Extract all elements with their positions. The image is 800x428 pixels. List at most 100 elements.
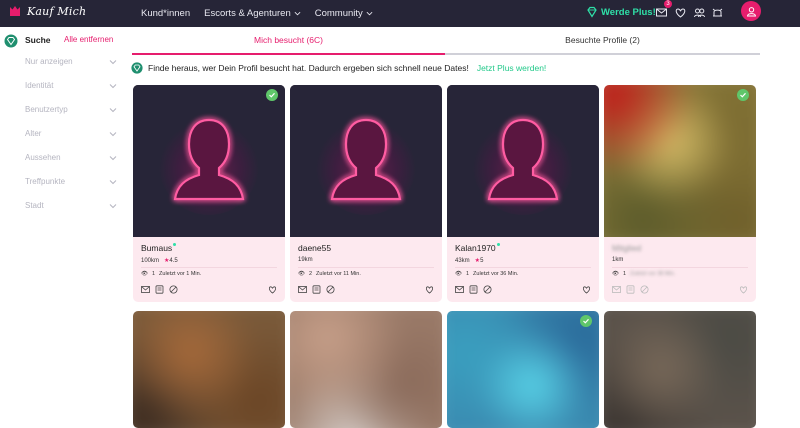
tab-visited-profiles[interactable]: Besuchte Profile (2)	[445, 27, 760, 55]
heart-icon[interactable]	[674, 6, 687, 19]
filter-label: Treffpunkte	[25, 177, 66, 186]
eye-icon: 👁	[455, 271, 462, 277]
chevron-down-icon	[109, 107, 117, 112]
visit-count: 1	[465, 271, 470, 277]
profile-distance: 1km	[612, 257, 624, 263]
divider	[455, 267, 591, 268]
filter-meeting-points[interactable]: Treffpunkte	[25, 177, 117, 186]
clear-filters-link[interactable]: Alle entfernen	[64, 35, 113, 44]
chevron-down-icon	[109, 131, 117, 136]
profile-name: Kalan1970	[455, 243, 500, 253]
chevron-down-icon	[109, 155, 117, 160]
filter-label: Aussehen	[25, 153, 61, 162]
brand-logo[interactable]: Kauf Mich	[8, 4, 86, 18]
mail-icon[interactable]	[298, 285, 307, 294]
user-icon	[746, 6, 756, 16]
card-actions	[455, 284, 591, 294]
profile-meta: 1km	[612, 257, 623, 263]
filter-label: Nur anzeigen	[25, 57, 73, 66]
notes-icon[interactable]	[312, 284, 321, 294]
tab-visited-me[interactable]: Mich besucht (6C)	[132, 27, 445, 55]
profile-card[interactable]: daene55 19km 👁 2 Zuletzt vor 11 Min.	[290, 85, 442, 302]
rating-value: 5	[480, 258, 484, 264]
visit-info: 👁 1 Zuletzt vor 36 Min.	[455, 271, 518, 277]
card-actions	[612, 284, 748, 294]
block-icon[interactable]	[169, 285, 178, 294]
verified-check-icon	[580, 315, 592, 327]
profile-name-text: Bumaus	[141, 243, 173, 253]
blurred-profile-photo	[604, 85, 756, 237]
filter-show-only[interactable]: Nur anzeigen	[25, 57, 117, 66]
heart-icon	[739, 285, 748, 294]
placeholder-avatar-image	[447, 85, 599, 237]
profile-name-text: Mitglied	[612, 243, 642, 253]
neon-person-silhouette-icon	[133, 85, 285, 237]
notes-icon[interactable]	[155, 284, 164, 294]
nav-link-label: Kund*innen	[141, 8, 191, 19]
nav-link-label: Community	[314, 8, 363, 19]
block-icon[interactable]	[326, 285, 335, 294]
mail-icon[interactable]	[655, 6, 668, 19]
last-visit-time: Zuletzt vor 36 Min.	[473, 271, 519, 277]
get-plus-link[interactable]: Jetzt Plus werden!	[477, 63, 546, 73]
eye-icon: 👁	[612, 271, 619, 277]
chevron-down-icon	[109, 59, 117, 64]
top-navigation: Kauf Mich Kund*innen Escorts & Agenturen…	[0, 0, 800, 27]
become-plus-link[interactable]: Werde Plus!	[586, 6, 656, 18]
blurred-profile-photo[interactable]	[447, 311, 599, 428]
filter-age[interactable]: Alter	[25, 129, 117, 138]
visitors-icon[interactable]	[693, 6, 706, 19]
blurred-profile-photo[interactable]	[133, 311, 285, 428]
profile-distance: 43km	[455, 257, 470, 264]
profile-distance: 19km	[298, 257, 313, 263]
nav-link-clients[interactable]: Kund*innen	[141, 8, 190, 19]
mail-icon[interactable]	[455, 285, 464, 294]
user-avatar[interactable]	[741, 1, 761, 21]
nav-link-community[interactable]: Community	[315, 8, 373, 19]
profile-card[interactable]: Kalan1970 43km ★5 👁 1 Zuletzt vor 36 Min…	[447, 85, 599, 302]
profile-rating: ★4.5	[164, 257, 178, 264]
block-icon[interactable]	[483, 285, 492, 294]
verified-check-icon	[737, 89, 749, 101]
verified-check-icon	[266, 89, 278, 101]
divider	[141, 267, 277, 268]
filter-appearance[interactable]: Aussehen	[25, 153, 117, 162]
mail-icon[interactable]	[141, 285, 150, 294]
blurred-profile-photo[interactable]	[604, 311, 756, 428]
block-icon	[640, 285, 649, 293]
filter-city[interactable]: Stadt	[25, 201, 117, 210]
chevron-down-icon	[109, 179, 117, 184]
tab-label: Mich besucht (6C)	[254, 35, 323, 45]
notifications-icon[interactable]	[711, 6, 724, 19]
plus-diamond-badge-icon	[131, 62, 143, 74]
placeholder-avatar-image	[290, 85, 442, 237]
eye-icon: 👁	[141, 271, 148, 277]
visit-count: 1	[622, 271, 627, 277]
heart-icon[interactable]	[268, 285, 277, 294]
profile-name: daene55	[298, 243, 331, 253]
profile-distance: 100km	[141, 257, 160, 264]
card-actions	[141, 284, 277, 294]
profile-meta: 19km	[298, 257, 313, 263]
visit-count: 1	[151, 271, 156, 277]
profile-card[interactable]: Mitglied 1km 👁 1 Zuletzt vor 38 Min.	[604, 85, 756, 302]
chevron-down-icon	[294, 11, 301, 16]
heart-icon[interactable]	[582, 285, 591, 294]
filter-user-type[interactable]: Benutzertyp	[25, 105, 117, 114]
plus-diamond-badge-icon	[4, 34, 18, 48]
promo-text: Finde heraus, wer Dein Profil besucht ha…	[148, 63, 469, 73]
online-indicator	[173, 243, 177, 246]
nav-link-label: Escorts & Agenturen	[204, 8, 291, 19]
sidebar-header	[4, 34, 18, 48]
divider	[612, 267, 748, 268]
blurred-profile-photo[interactable]	[290, 311, 442, 428]
filter-identity[interactable]: Identität	[25, 81, 117, 90]
neon-person-silhouette-icon	[290, 85, 442, 237]
filter-label: Stadt	[25, 201, 44, 210]
notes-icon[interactable]	[469, 284, 478, 294]
sidebar-title: Suche	[25, 35, 51, 45]
nav-link-escorts[interactable]: Escorts & Agenturen	[204, 8, 301, 19]
chevron-down-icon	[109, 83, 117, 88]
heart-icon[interactable]	[425, 285, 434, 294]
profile-card[interactable]: Bumaus 100km ★4.5 👁 1 Zuletzt vor 1 Min.	[133, 85, 285, 302]
